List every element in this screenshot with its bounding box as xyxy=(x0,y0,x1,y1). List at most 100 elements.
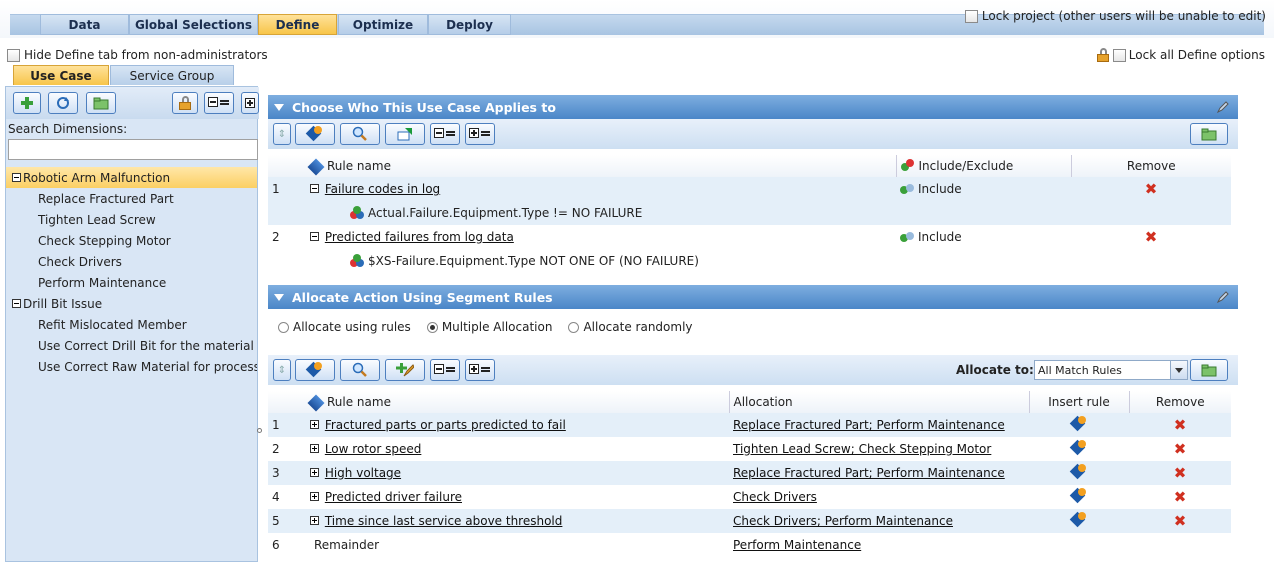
who-panel-header[interactable]: Choose Who This Use Case Applies to xyxy=(268,95,1238,119)
allocation-link[interactable]: Replace Fractured Part; Perform Maintena… xyxy=(733,466,1005,480)
move-button[interactable]: ⇕ xyxy=(273,123,291,145)
expand-icon[interactable] xyxy=(310,468,319,477)
include-value[interactable]: Include xyxy=(918,182,962,196)
open-button[interactable] xyxy=(1190,123,1228,145)
collapse-all-button[interactable] xyxy=(204,92,234,114)
remove-icon[interactable]: ✖ xyxy=(1174,416,1187,434)
expand-all-button[interactable] xyxy=(465,359,495,381)
lock-all-option[interactable]: Lock all Define options xyxy=(1096,48,1265,62)
tree-item-drill-bit[interactable]: Drill Bit Issue xyxy=(6,293,257,314)
radio-icon[interactable] xyxy=(568,322,580,333)
add-action-button[interactable] xyxy=(385,359,425,381)
refresh-button[interactable] xyxy=(48,92,78,114)
allocation-link[interactable]: Check Drivers xyxy=(733,490,817,504)
tree-item[interactable]: Check Drivers xyxy=(6,251,257,272)
rule-link[interactable]: Time since last service above threshold xyxy=(325,514,563,528)
condition-text[interactable]: $XS-Failure.Equipment.Type NOT ONE OF (N… xyxy=(368,254,699,268)
insert-rule-button[interactable] xyxy=(295,359,335,381)
radio-allocate-randomly[interactable]: Allocate randomly xyxy=(568,320,693,334)
tab-deploy[interactable]: Deploy xyxy=(428,14,511,35)
allocation-link[interactable]: Perform Maintenance xyxy=(733,538,861,552)
remove-icon[interactable]: ✖ xyxy=(1174,464,1187,482)
allocation-link[interactable]: Replace Fractured Part; Perform Maintena… xyxy=(733,418,1005,432)
insert-rule-icon[interactable] xyxy=(1069,463,1088,480)
expand-icon[interactable] xyxy=(310,444,319,453)
radio-icon[interactable] xyxy=(426,322,438,333)
collapse-all-button[interactable] xyxy=(430,123,460,145)
tab-data[interactable]: Data xyxy=(40,14,129,35)
tab-global-selections[interactable]: Global Selections xyxy=(129,14,258,35)
radio-multiple-allocation[interactable]: Multiple Allocation xyxy=(426,320,552,334)
insert-rule-icon[interactable] xyxy=(1069,415,1088,432)
tree-item[interactable]: Replace Fractured Part xyxy=(6,188,257,209)
add-button[interactable] xyxy=(13,92,41,114)
search-button[interactable] xyxy=(340,123,380,145)
remove-icon[interactable]: ✖ xyxy=(1174,488,1187,506)
tab-optimize[interactable]: Optimize xyxy=(338,14,428,35)
insert-rule-button[interactable] xyxy=(295,123,335,145)
allocation-link[interactable]: Tighten Lead Screw; Check Stepping Motor xyxy=(733,442,991,456)
radio-allocate-rules[interactable]: Allocate using rules xyxy=(278,320,411,334)
tree-item[interactable]: Perform Maintenance xyxy=(6,272,257,293)
chevron-down-icon[interactable] xyxy=(1170,361,1187,379)
collapse-icon[interactable] xyxy=(310,232,319,241)
collapse-icon[interactable] xyxy=(310,184,319,193)
tree-item[interactable]: Use Correct Raw Material for processi xyxy=(6,356,257,377)
collapse-triangle-icon[interactable] xyxy=(274,293,284,301)
condition-row: $XS-Failure.Equipment.Type NOT ONE OF (N… xyxy=(268,249,1231,273)
remove-icon[interactable]: ✖ xyxy=(1145,180,1158,198)
rule-link[interactable]: Fractured parts or parts predicted to fa… xyxy=(325,418,566,432)
lock-project-checkbox[interactable] xyxy=(964,9,978,23)
tree-item[interactable]: Tighten Lead Screw xyxy=(6,209,257,230)
tree-item[interactable]: Refit Mislocated Member xyxy=(6,314,257,335)
condition-text[interactable]: Actual.Failure.Equipment.Type != NO FAIL… xyxy=(368,206,642,220)
tree-item-label: Use Correct Drill Bit for the material xyxy=(38,338,254,353)
insert-rule-icon[interactable] xyxy=(1069,511,1088,528)
expand-icon[interactable] xyxy=(310,420,319,429)
rule-link[interactable]: High voltage xyxy=(325,466,401,480)
rule-link[interactable]: Failure codes in log xyxy=(325,182,440,196)
edit-icon[interactable] xyxy=(1216,100,1230,114)
collapse-all-button[interactable] xyxy=(430,359,460,381)
tree-item[interactable]: Check Stepping Motor xyxy=(6,230,257,251)
remove-icon[interactable]: ✖ xyxy=(1174,440,1187,458)
alloc-panel-header[interactable]: Allocate Action Using Segment Rules xyxy=(268,285,1238,309)
rule-link[interactable]: Predicted driver failure xyxy=(325,490,462,504)
include-value[interactable]: Include xyxy=(918,230,962,244)
hide-define-option[interactable]: Hide Define tab from non-administrators xyxy=(7,48,268,62)
lock-project-option[interactable]: Lock project (other users will be unable… xyxy=(964,9,1266,23)
lock-all-checkbox[interactable] xyxy=(1112,48,1126,62)
tree-item[interactable]: Use Correct Drill Bit for the material xyxy=(6,335,257,356)
insert-rule-icon[interactable] xyxy=(1069,487,1088,504)
allocate-to-select[interactable]: All Match Rules xyxy=(1034,360,1188,380)
unlock-button[interactable] xyxy=(172,92,198,114)
rule-link[interactable]: Predicted failures from log data xyxy=(325,230,514,244)
hide-define-checkbox[interactable] xyxy=(7,48,20,62)
tree-item-robotic-arm[interactable]: Robotic Arm Malfunction xyxy=(6,167,257,188)
collapse-icon[interactable] xyxy=(12,173,21,182)
expand-icon[interactable] xyxy=(310,516,319,525)
subtab-use-case[interactable]: Use Case xyxy=(13,65,109,85)
splitter-handle[interactable] xyxy=(257,428,262,433)
search-button[interactable] xyxy=(340,359,380,381)
subtab-service-group[interactable]: Service Group xyxy=(110,65,234,85)
expand-all-button[interactable] xyxy=(241,92,259,114)
allocation-link[interactable]: Check Drivers; Perform Maintenance xyxy=(733,514,953,528)
tab-define[interactable]: Define xyxy=(258,14,337,35)
open-button[interactable] xyxy=(1190,359,1228,381)
radio-icon[interactable] xyxy=(278,322,289,333)
remove-icon[interactable]: ✖ xyxy=(1174,512,1187,530)
expand-all-button[interactable] xyxy=(465,123,495,145)
collapse-icon[interactable] xyxy=(12,299,21,308)
remove-icon[interactable]: ✖ xyxy=(1145,228,1158,246)
export-button[interactable] xyxy=(385,123,425,145)
move-button[interactable]: ⇕ xyxy=(273,359,291,381)
insert-rule-icon[interactable] xyxy=(1069,439,1088,456)
rule-link[interactable]: Low rotor speed xyxy=(325,442,422,456)
table-row: 6 Remainder Perform Maintenance xyxy=(268,533,1231,557)
search-input[interactable] xyxy=(8,139,258,160)
open-button[interactable] xyxy=(86,92,116,114)
edit-icon[interactable] xyxy=(1216,290,1230,304)
collapse-triangle-icon[interactable] xyxy=(274,103,284,111)
expand-icon[interactable] xyxy=(310,492,319,501)
